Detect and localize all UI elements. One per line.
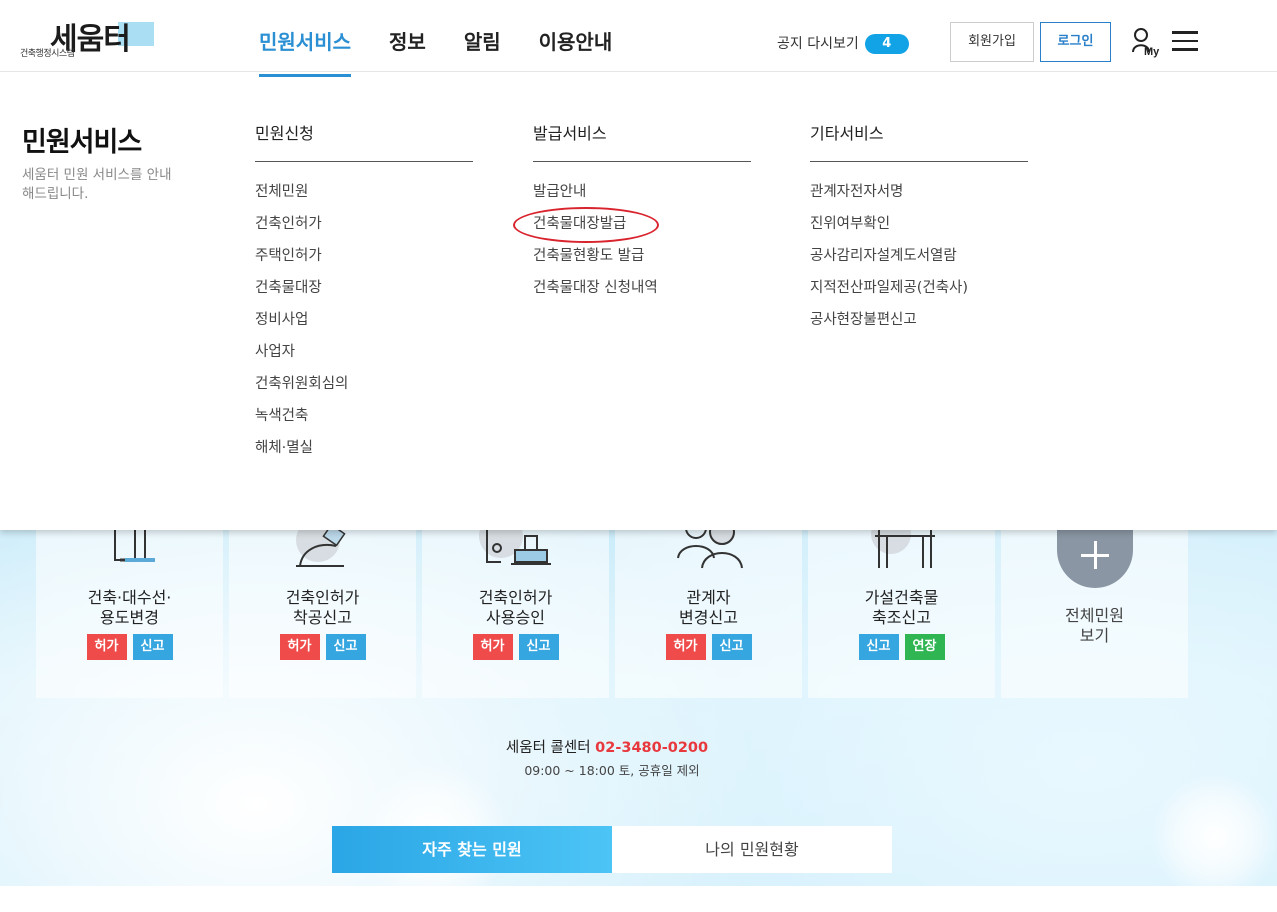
card-title: 관계자 변경신고 (679, 588, 738, 627)
menu-item[interactable]: 발급안내 (533, 176, 751, 208)
logo-subtitle: 건축행정시스템 (20, 49, 75, 59)
logo[interactable]: 세움터 건축행정시스템 (20, 14, 160, 60)
svg-text:My: My (1144, 46, 1160, 58)
card-title: 전체민원 보기 (1065, 606, 1124, 645)
menu-item-building-register-issue[interactable]: 건축물대장발급 (513, 207, 751, 243)
menu-item[interactable]: 건축위원회심의 (255, 368, 473, 400)
notice-replay[interactable]: 공지 다시보기 4 (777, 33, 909, 54)
tab-my-status[interactable]: 나의 민원현황 (612, 826, 892, 873)
menu-item[interactable]: 건축인허가 (255, 208, 473, 240)
tag-permit[interactable]: 허가 (86, 634, 127, 660)
menu-item[interactable]: 해체·멸실 (255, 432, 473, 464)
tag-permit[interactable]: 허가 (279, 634, 320, 660)
menu-item[interactable]: 주택인허가 (255, 240, 473, 272)
menu-item[interactable]: 지적전산파일제공(건축사) (810, 272, 1028, 304)
menu-item[interactable]: 사업자 (255, 336, 473, 368)
notice-label: 공지 다시보기 (777, 36, 859, 52)
main-nav: 민원서비스 정보 알림 이용안내 (259, 26, 650, 77)
card-tags: 신고 연장 (808, 634, 995, 660)
menu-item[interactable]: 전체민원 (255, 176, 473, 208)
service-card[interactable]: 건축인허가 사용승인 허가 신고 (422, 522, 609, 698)
tag-permit[interactable]: 허가 (665, 634, 706, 660)
menu-column-heading: 기타서비스 (810, 120, 1028, 162)
nav-notice[interactable]: 알림 (464, 26, 501, 77)
blossom-decoration (1150, 772, 1277, 902)
call-center-hours: 09:00 ~ 18:00 토, 공휴일 제외 (524, 763, 700, 778)
service-card[interactable]: 건축·대수선· 용도변경 허가 신고 (36, 522, 223, 698)
menu-item[interactable]: 건축물현황도 발급 (533, 240, 751, 272)
tag-report[interactable]: 신고 (325, 634, 366, 660)
menu-item[interactable]: 건축물대장 (255, 272, 473, 304)
menu-item[interactable]: 진위여부확인 (810, 208, 1028, 240)
plus-icon (1057, 524, 1133, 588)
mega-menu-title: 민원서비스 (22, 127, 142, 158)
card-tags: 허가 신고 (615, 634, 802, 660)
my-page-icon[interactable]: My (1130, 26, 1164, 58)
card-tags: 허가 신고 (229, 634, 416, 660)
menu-item[interactable]: 건축물대장 신청내역 (533, 272, 751, 304)
tag-report[interactable]: 신고 (518, 634, 559, 660)
service-cards: 건축·대수선· 용도변경 허가 신고 건축인허가 착공신고 허가 신고 건축인허가 사… (36, 522, 1188, 698)
nav-civil-service[interactable]: 민원서비스 (259, 26, 351, 77)
nav-info[interactable]: 정보 (389, 26, 426, 77)
service-card[interactable]: 건축인허가 착공신고 허가 신고 (229, 522, 416, 698)
menu-item[interactable]: 공사감리자설계도서열람 (810, 240, 1028, 272)
card-title: 건축·대수선· 용도변경 (87, 588, 172, 627)
tag-permit[interactable]: 허가 (472, 634, 513, 660)
service-card[interactable]: 가설건축물 축조신고 신고 연장 (808, 522, 995, 698)
call-center-label: 세움터 콜센터 (505, 740, 591, 756)
join-button[interactable]: 회원가입 (950, 22, 1034, 62)
login-button[interactable]: 로그인 (1040, 22, 1111, 62)
nav-guide[interactable]: 이용안내 (539, 26, 613, 77)
notice-count-badge: 4 (864, 34, 909, 54)
call-center: 세움터 콜센터 02-3480-0200 (0, 736, 1214, 757)
menu-item[interactable]: 녹색건축 (255, 400, 473, 432)
call-center-number[interactable]: 02-3480-0200 (595, 740, 708, 756)
tag-extend[interactable]: 연장 (904, 634, 945, 660)
menu-item[interactable]: 공사현장불편신고 (810, 304, 1028, 336)
menu-column-heading: 발급서비스 (533, 120, 751, 162)
card-tags: 허가 신고 (422, 634, 609, 660)
card-tags: 허가 신고 (36, 634, 223, 660)
menu-item[interactable]: 정비사업 (255, 304, 473, 336)
tag-report[interactable]: 신고 (711, 634, 752, 660)
menu-item[interactable]: 관계자전자서명 (810, 176, 1028, 208)
menu-column-other: 기타서비스 관계자전자서명 진위여부확인 공사감리자설계도서열람 지적전산파일제… (810, 120, 1028, 336)
mega-menu-description: 세움터 민원 서비스를 안내해드립니다. (22, 167, 172, 202)
tag-report[interactable]: 신고 (858, 634, 899, 660)
mega-menu: 민원서비스 세움터 민원 서비스를 안내해드립니다. 민원신청 전체민원 건축인… (0, 72, 1277, 530)
site-header: 세움터 건축행정시스템 민원서비스 정보 알림 이용안내 공지 다시보기 4 회원… (0, 0, 1277, 77)
menu-column-issue: 발급서비스 발급안내 건축물대장발급 건축물현황도 발급 건축물대장 신청내역 (513, 120, 751, 304)
tab-frequent-services[interactable]: 자주 찾는 민원 (332, 826, 612, 873)
hamburger-menu-icon[interactable] (1172, 31, 1198, 53)
menu-column-heading: 민원신청 (255, 120, 473, 162)
menu-column-apply: 민원신청 전체민원 건축인허가 주택인허가 건축물대장 정비사업 사업자 건축위… (255, 120, 473, 464)
all-services-card[interactable]: 전체민원 보기 (1001, 524, 1188, 698)
card-title: 건축인허가 착공신고 (285, 588, 360, 627)
tag-report[interactable]: 신고 (132, 634, 173, 660)
card-title: 건축인허가 사용승인 (478, 588, 553, 627)
card-title: 가설건축물 축조신고 (864, 588, 939, 627)
service-card[interactable]: 관계자 변경신고 허가 신고 (615, 522, 802, 698)
